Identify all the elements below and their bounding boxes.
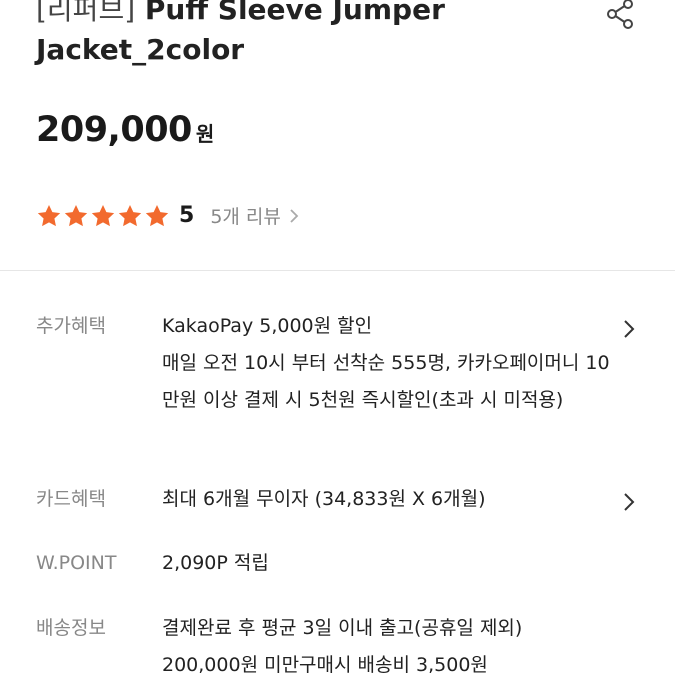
section-divider [0,270,675,271]
chevron-right-icon[interactable] [622,318,636,340]
card-benefit-label: 카드혜택 [36,488,106,510]
point-label: W.POINT [36,552,117,574]
kakaopay-discount: KakaoPay 5,000원 할인 [162,315,373,337]
price-unit: 원 [195,122,215,146]
additional-benefit-content: KakaoPay 5,000원 할인 매일 오전 10시 부터 선착순 555명… [162,308,612,419]
card-benefit-content: 최대 6개월 무이자 (34,833원 X 6개월) [162,488,486,510]
additional-benefit-row[interactable]: 추가혜택 KakaoPay 5,000원 할인 매일 오전 10시 부터 선착순… [36,308,636,458]
star-icon [64,204,88,226]
point-row: W.POINT 2,090P 적립 [36,545,636,585]
title-prefix: [리퍼브] [36,0,136,26]
price: 209,000 원 [36,110,214,150]
chevron-right-icon [290,208,299,223]
rating-score: 5 [179,203,195,228]
additional-benefit-label: 추가혜택 [36,315,106,337]
product-title: [리퍼브] Puff Sleeve Jumper Jacket_2color [36,0,596,70]
point-content: 2,090P 적립 [162,552,269,574]
shipping-row: 배송정보 결제완료 후 평균 3일 이내 출고(공휴일 제외) 200,000원… [36,610,636,690]
shipping-fee: 200,000원 미만구매시 배송비 3,500원 [162,654,488,676]
shipping-label: 배송정보 [36,617,106,639]
star-icon [118,204,142,226]
shipping-content: 결제완료 후 평균 3일 이내 출고(공휴일 제외) 200,000원 미만구매… [162,610,612,684]
review-link-label: 5개 리뷰 [210,206,281,228]
chevron-right-icon[interactable] [622,491,636,513]
kakaopay-discount-detail: 매일 오전 10시 부터 선착순 555명, 카카오페이머니 10만원 이상 결… [162,352,610,411]
star-icon [145,204,169,226]
rating-summary: 5 5개 리뷰 [36,202,299,229]
share-button[interactable] [602,0,638,32]
card-benefit-row[interactable]: 카드혜택 최대 6개월 무이자 (34,833원 X 6개월) [36,481,636,521]
price-value: 209,000 [36,110,192,150]
shipping-info: 결제완료 후 평균 3일 이내 출고(공휴일 제외) [162,617,523,639]
share-icon [607,0,633,29]
star-icon [91,204,115,226]
review-link[interactable]: 5개 리뷰 [210,202,299,229]
star-icon [37,204,61,226]
rating-stars [36,203,171,229]
